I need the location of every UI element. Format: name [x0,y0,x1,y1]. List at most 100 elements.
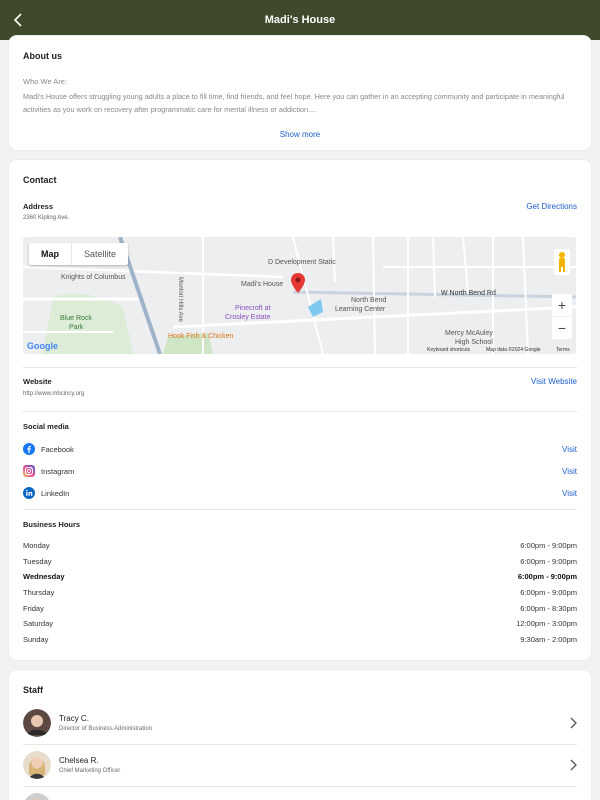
map-keyboard-shortcuts[interactable]: Keyboard shortcuts [427,347,470,353]
contact-card: Contact Address 2360 Kipling Ave. Get Di… [9,160,591,660]
staff-info: Tracy C. Director of Business Administra… [59,714,152,732]
map-label-hook-fish: Hook Fish & Chicken [168,333,234,340]
day: Sunday [23,634,49,644]
street-view-pegman-icon[interactable] [554,249,570,275]
contact-heading: Contact [23,175,57,185]
map-label-park: Park [69,324,84,331]
show-more-container: Show more [9,124,591,142]
zoom-out-button[interactable]: − [552,317,572,339]
business-hours-heading-row: Business Hours [23,520,577,529]
staff-member-row[interactable]: Tracy C. Director of Business Administra… [23,702,577,744]
social-name: Instagram [41,466,75,476]
day: Saturday [23,619,54,629]
hours-row-current: Wednesday 6:00pm - 9:00pm [23,569,577,585]
social-instagram: Instagram Visit [23,463,577,479]
time: 6:00pm - 9:00pm [520,556,577,566]
satellite-tab[interactable]: Satellite [72,243,128,265]
map-view[interactable]: Map Satellite + − Madi's House Pinecroft… [23,237,576,354]
chevron-left-icon [13,13,22,27]
facebook-icon [23,443,35,455]
location-pin-icon[interactable] [291,273,305,293]
time: 6:00pm - 8:30pm [520,603,577,613]
avatar [23,709,51,737]
business-hours-label: Business Hours [23,520,81,529]
staff-heading: Staff [23,685,43,695]
hours-row: Friday 6:00pm - 8:30pm [23,600,577,616]
map-label-d-development: D Development Static [268,259,336,266]
map-data-attribution: Map data ©2024 Google [486,347,541,353]
hours-row: Monday 6:00pm - 9:00pm [23,538,577,554]
map-label-knights: Knights of Columbus [61,274,126,281]
time: 12:00pm - 3:00pm [516,619,577,629]
about-card: About us Who We Are: Madi's House offers… [9,36,591,150]
map-label-blue-rock: Blue Rock [60,315,92,322]
zoom-in-button[interactable]: + [552,294,572,316]
social-media-heading-row: Social media [23,422,577,431]
divider [23,367,577,368]
linkedin-visit-link[interactable]: Visit [562,489,577,498]
day: Monday [23,541,50,551]
staff-member-row[interactable]: Chelsea R. Chief Marketing Officer [23,744,577,786]
social-linkedin: LinkedIn Visit [23,485,577,501]
day: Thursday [23,588,55,598]
day: Wednesday [23,572,65,582]
staff-role: Director of Business Administration [59,726,153,732]
visit-website-link[interactable]: Visit Website [531,377,577,386]
about-text: Madi's House offers struggling young adu… [23,92,565,114]
staff-name: Tracy C. [59,714,89,723]
facebook-visit-link[interactable]: Visit [562,445,577,454]
hours-row: Saturday 12:00pm - 3:00pm [23,616,577,632]
staff-member-row-partial[interactable] [23,786,577,800]
social-name: Facebook [41,444,74,454]
map-label-crosley: Crosley Estate [225,314,271,321]
website-url: http://www.mhcincy.org [23,391,85,397]
chevron-right-icon [570,759,577,771]
map-label-high-school: High School [455,339,493,346]
linkedin-icon [23,487,35,499]
about-heading: About us [23,51,62,61]
map-type-toggle: Map Satellite [29,243,129,265]
social-facebook: Facebook Visit [23,441,577,457]
instagram-icon [23,465,35,477]
page-title: Madi's House [264,14,336,26]
map-terms-link[interactable]: Terms [556,347,570,353]
avatar [23,751,51,779]
avatar [24,793,50,800]
social-name: LinkedIn [41,488,70,498]
hours-row: Tuesday 6:00pm - 9:00pm [23,554,577,570]
show-more-link[interactable]: Show more [280,130,320,139]
map-label-pinecroft: Pinecroft at [235,305,271,312]
map-label-north-bend: North Bend [351,297,387,304]
top-app-bar: Madi's House [0,0,600,40]
divider [23,509,577,510]
map-label-w-north-bend: W North Bend Rd [441,290,496,297]
hours-row: Thursday 6:00pm - 9:00pm [23,585,577,601]
map-label-monfort: Monfort Hills Ave [177,277,183,322]
map-label-mercy: Mercy McAuley [445,330,493,337]
business-hours-list: Monday 6:00pm - 9:00pm Tuesday 6:00pm - 9:… [23,538,577,647]
social-media-label: Social media [23,422,69,431]
map-label-learning-center: Learning Center [335,306,386,313]
staff-name: Chelsea R. [59,756,99,765]
back-button[interactable] [6,8,30,32]
address-row: Address 2360 Kipling Ave. Get Directions [23,202,577,221]
google-logo: Google [27,341,58,351]
map-tab[interactable]: Map [29,243,72,265]
day: Friday [23,603,44,613]
time: 6:00pm - 9:00pm [520,541,577,551]
hours-row: Sunday 9:30am - 2:00pm [23,632,577,648]
time: 6:00pm - 9:00pm [520,588,577,598]
day: Tuesday [23,556,52,566]
staff-info: Chelsea R. Chief Marketing Officer [59,756,120,774]
staff-role: Chief Marketing Officer [59,768,121,774]
staff-card: Staff Tracy C. Director of Business Admi… [9,670,591,800]
time: 6:00pm - 9:00pm [517,572,577,582]
get-directions-link[interactable]: Get Directions [526,202,577,211]
address-label: Address [23,202,54,211]
website-label: Website [23,377,52,386]
address-value: 2360 Kipling Ave. [23,215,70,221]
time: 9:30am - 2:00pm [520,634,577,644]
chevron-right-icon [570,717,577,729]
instagram-visit-link[interactable]: Visit [562,467,577,476]
map-label-madis-house: Madi's House [241,281,284,288]
